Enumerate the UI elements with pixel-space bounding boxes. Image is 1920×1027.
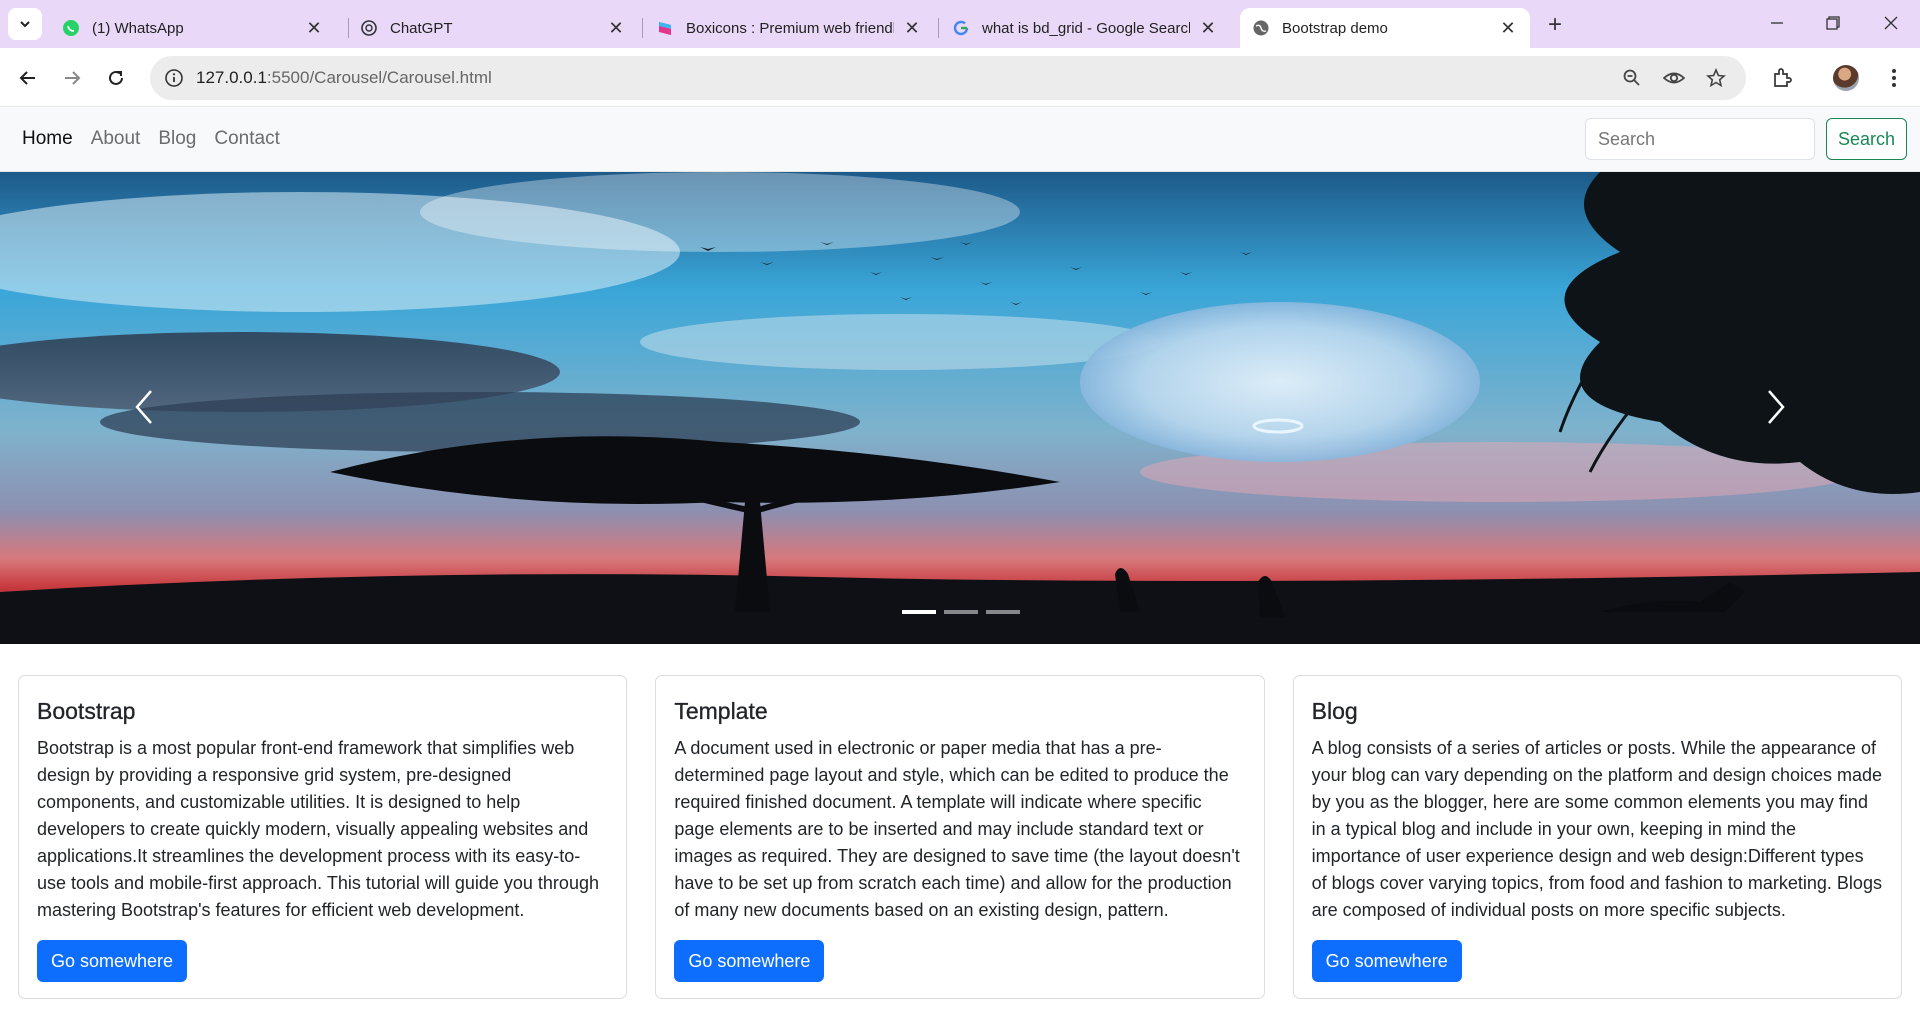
card-text: A blog consists of a series of articles … <box>1311 738 1883 920</box>
carousel-slide-image <box>0 172 1920 644</box>
card-text: Bootstrap is a most popular front-end fr… <box>37 738 599 920</box>
google-icon <box>952 19 970 37</box>
go-somewhere-button[interactable]: Go somewhere <box>1311 940 1462 982</box>
zoom-icon[interactable] <box>1618 64 1646 92</box>
tab-search-button[interactable] <box>8 8 42 40</box>
tab-chatgpt[interactable]: ChatGPT ✕ <box>348 8 638 48</box>
bookmark-star-icon[interactable] <box>1702 64 1730 92</box>
close-icon[interactable]: ✕ <box>902 18 922 38</box>
url-text: 127.0.0.1:5500/Carousel/Carousel.html <box>196 68 492 88</box>
nav-link-contact[interactable]: Contact <box>214 128 279 150</box>
carousel-indicator-3[interactable] <box>986 610 1020 614</box>
minimize-icon[interactable] <box>1752 8 1802 38</box>
reload-icon[interactable] <box>100 62 132 94</box>
search-input[interactable] <box>1585 118 1815 160</box>
close-icon[interactable]: ✕ <box>304 18 324 38</box>
search-button[interactable]: Search <box>1826 118 1907 160</box>
window-close-icon[interactable] <box>1866 8 1916 38</box>
carousel-next-button[interactable] <box>1746 372 1806 442</box>
chevron-right-icon <box>1768 390 1785 424</box>
profile-avatar[interactable] <box>1830 62 1862 94</box>
tab-title: (1) WhatsApp <box>92 19 184 37</box>
tab-bootstrap-demo[interactable]: Bootstrap demo ✕ <box>1240 8 1530 48</box>
carousel-prev-button[interactable] <box>114 372 174 442</box>
tab-boxicons[interactable]: Boxicons : Premium web friendl ✕ <box>644 8 934 48</box>
nav-link-blog[interactable]: Blog <box>158 128 196 150</box>
extensions-icon[interactable] <box>1766 62 1798 94</box>
tab-title: what is bd_grid - Google Searcl <box>982 19 1190 37</box>
whatsapp-icon <box>62 19 80 37</box>
restore-icon[interactable] <box>1808 8 1858 38</box>
carousel <box>0 172 1920 644</box>
browser-toolbar: 127.0.0.1:5500/Carousel/Carousel.html <box>0 48 1920 107</box>
card-title: Template <box>674 698 768 724</box>
tab-whatsapp[interactable]: (1) WhatsApp ✕ <box>50 8 336 48</box>
carousel-indicator-2[interactable] <box>944 610 978 614</box>
tab-separator <box>642 18 643 38</box>
forward-icon[interactable] <box>56 62 88 94</box>
tab-title: ChatGPT <box>390 19 453 37</box>
nav-links: Home About Blog Contact <box>22 128 280 150</box>
tab-title: Bootstrap demo <box>1282 19 1388 37</box>
card-text: A document used in electronic or paper m… <box>674 738 1240 920</box>
eye-icon[interactable] <box>1660 64 1688 92</box>
site-navbar: Home About Blog Contact Search <box>0 108 1920 172</box>
close-icon[interactable]: ✕ <box>1498 18 1518 38</box>
card-bootstrap: Bootstrap Bootstrap is a most popular fr… <box>18 675 628 999</box>
go-somewhere-button[interactable]: Go somewhere <box>674 940 825 982</box>
card-title: Blog <box>1311 698 1358 724</box>
nav-link-home[interactable]: Home <box>22 128 73 150</box>
avatar <box>1833 65 1859 91</box>
close-icon[interactable]: ✕ <box>1198 18 1218 38</box>
kebab-menu-icon[interactable] <box>1878 62 1910 94</box>
chevron-left-icon <box>135 390 152 424</box>
address-bar[interactable]: 127.0.0.1:5500/Carousel/Carousel.html <box>150 56 1746 100</box>
card-template: Template A document used in electronic o… <box>655 675 1265 999</box>
tab-title: Boxicons : Premium web friendl <box>686 19 894 37</box>
close-icon[interactable]: ✕ <box>606 18 626 38</box>
chevron-down-icon <box>20 21 30 28</box>
carousel-indicators <box>902 610 1020 614</box>
card-blog: Blog A blog consists of a series of arti… <box>1292 675 1902 999</box>
chatgpt-icon <box>360 19 378 37</box>
globe-icon <box>1252 19 1270 37</box>
back-icon[interactable] <box>12 62 44 94</box>
boxicons-icon <box>656 19 674 37</box>
url-host: 127.0.0.1 <box>196 68 267 87</box>
go-somewhere-button[interactable]: Go somewhere <box>37 940 188 982</box>
browser-tab-strip: (1) WhatsApp ✕ ChatGPT ✕ Boxicons : Prem… <box>0 0 1920 48</box>
url-path: :5500/Carousel/Carousel.html <box>266 68 492 87</box>
tab-google-search[interactable]: what is bd_grid - Google Searcl ✕ <box>940 8 1230 48</box>
card-title: Bootstrap <box>37 698 136 724</box>
carousel-indicator-1[interactable] <box>902 610 936 614</box>
tab-separator <box>938 18 939 38</box>
nav-link-about[interactable]: About <box>91 128 141 150</box>
card-row: Bootstrap Bootstrap is a most popular fr… <box>18 675 1902 999</box>
new-tab-plus-icon[interactable]: + <box>1540 10 1570 40</box>
site-info-icon[interactable] <box>160 64 188 92</box>
